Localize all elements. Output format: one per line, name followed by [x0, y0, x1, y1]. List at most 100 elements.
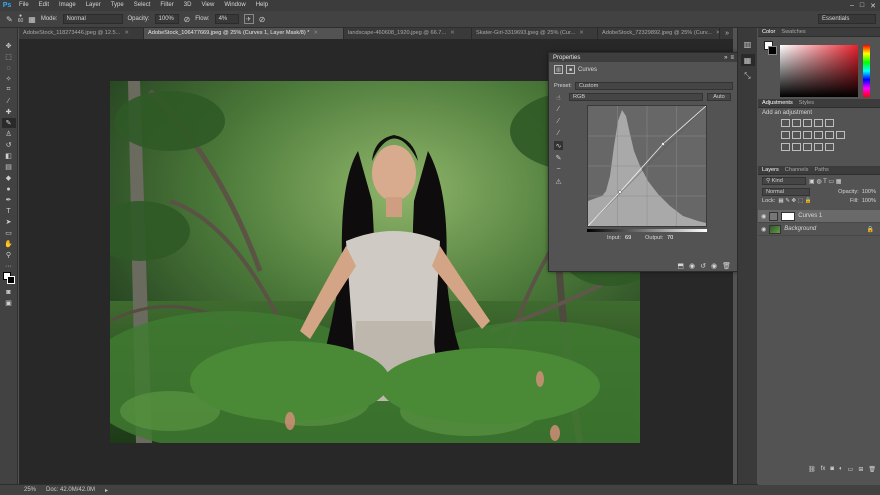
delete-layer-icon[interactable]: 🗑: [868, 466, 876, 473]
healing-tool-icon[interactable]: ✚: [2, 107, 16, 117]
curves-graph[interactable]: [587, 105, 707, 227]
layer-style-icon[interactable]: fx: [821, 466, 826, 473]
curves-icon[interactable]: [803, 119, 812, 127]
move-tool-icon[interactable]: ✥: [2, 41, 16, 51]
menu-window[interactable]: Window: [219, 0, 250, 11]
pen-tool-icon[interactable]: ✒: [2, 195, 16, 205]
white-point-eyedropper-icon[interactable]: ⁄: [554, 129, 563, 138]
document-tab-1[interactable]: AdobeStock_118273446.jpeg @ 12.5... ✕: [19, 28, 144, 39]
mask-icon[interactable]: ■: [566, 65, 575, 74]
channel-mixer-icon[interactable]: [836, 131, 845, 139]
gradient-adjust-icon[interactable]: [825, 119, 834, 127]
reset-icon[interactable]: ↺: [700, 262, 706, 270]
history-brush-icon[interactable]: ↺: [2, 140, 16, 150]
pressure-opacity-icon[interactable]: ⊘: [184, 15, 191, 24]
tab-channels[interactable]: Channels: [785, 167, 809, 173]
layer-mask-thumb[interactable]: [781, 211, 796, 221]
new-group-icon[interactable]: ▭: [848, 466, 854, 473]
blend-mode-select[interactable]: Normal: [762, 188, 810, 196]
properties-panel-icon[interactable]: ▦: [740, 54, 755, 66]
workspace-select[interactable]: Essentials: [818, 14, 876, 24]
auto-button[interactable]: Auto: [707, 93, 731, 101]
levels-icon[interactable]: [792, 119, 801, 127]
adjustment-icon[interactable]: ▥: [554, 65, 563, 74]
opacity-field[interactable]: 100%: [154, 14, 179, 24]
lasso-tool-icon[interactable]: ◌: [2, 63, 16, 73]
collapse-icon[interactable]: »: [724, 55, 727, 61]
close-icon[interactable]: ✕: [124, 28, 129, 39]
tab-styles[interactable]: Styles: [799, 100, 814, 106]
dodge-tool-icon[interactable]: ●: [2, 184, 16, 194]
clip-to-layer-icon[interactable]: ⬒: [677, 262, 684, 270]
menu-view[interactable]: View: [196, 0, 219, 11]
screen-mode-icon[interactable]: ▣: [2, 298, 16, 308]
channel-select[interactable]: RGB: [569, 93, 703, 101]
document-tab-5[interactable]: AdobeStock_72329892.jpeg @ 25% (Curv... ✕: [598, 28, 720, 39]
brush-panel-icon[interactable]: ▦: [28, 15, 36, 24]
menu-filter[interactable]: Filter: [155, 0, 178, 11]
threshold-icon[interactable]: [803, 143, 812, 151]
brush-tool-icon[interactable]: ✎: [1, 118, 16, 128]
mode-select[interactable]: Normal: [62, 14, 123, 24]
clipping-warning-icon[interactable]: ⚠: [554, 177, 563, 186]
layer-name[interactable]: Background: [784, 226, 816, 232]
layer-name[interactable]: Curves 1: [798, 213, 822, 219]
background-color-icon[interactable]: [6, 276, 15, 284]
layer-row-curves[interactable]: ◉ Curves 1: [758, 210, 880, 223]
hue-saturation-icon[interactable]: [792, 131, 801, 139]
link-layers-icon[interactable]: ⛓: [808, 466, 816, 473]
pencil-icon[interactable]: ✎: [554, 153, 563, 162]
input-value[interactable]: 69: [625, 235, 631, 241]
more-tools-icon[interactable]: ···: [2, 261, 16, 271]
status-arrow-icon[interactable]: ▸: [105, 487, 108, 494]
menu-type[interactable]: Type: [106, 0, 129, 11]
flow-field[interactable]: 4%: [214, 14, 239, 24]
on-image-adjust-icon[interactable]: ☝: [554, 93, 563, 102]
document-tab-3[interactable]: landscape-460608_1920.jpeg @ 66.7... ✕: [344, 28, 472, 39]
close-icon[interactable]: ✕: [450, 28, 455, 39]
quick-select-tool-icon[interactable]: ✧: [2, 74, 16, 84]
layer-row-background[interactable]: ◉ Background 🔒: [758, 223, 880, 236]
gray-point-eyedropper-icon[interactable]: ⁄: [554, 117, 563, 126]
document-tab-2[interactable]: AdobeStock_106477669.jpeg @ 25% (Curves …: [144, 28, 344, 39]
add-mask-icon[interactable]: ◙: [830, 466, 834, 473]
delete-icon[interactable]: 🗑: [722, 262, 731, 270]
eye-icon[interactable]: ◉: [761, 226, 766, 233]
tab-swatches[interactable]: Swatches: [781, 29, 805, 35]
eraser-tool-icon[interactable]: ◧: [2, 151, 16, 161]
minimize-button[interactable]: –: [850, 2, 854, 10]
photo-filter-icon[interactable]: [825, 131, 834, 139]
more-tabs-icon[interactable]: »: [721, 28, 733, 39]
path-select-tool-icon[interactable]: ➤: [2, 217, 16, 227]
type-tool-icon[interactable]: T: [2, 206, 16, 216]
history-panel-icon[interactable]: ▥: [741, 38, 755, 50]
tab-color[interactable]: Color: [762, 29, 775, 35]
background-color-icon[interactable]: [768, 46, 777, 55]
airbrush-icon[interactable]: ✈: [243, 14, 254, 24]
layer-opacity-field[interactable]: 100%: [862, 189, 876, 195]
document-tab-4[interactable]: Skater-Girl-3319693.jpeg @ 25% (Cur... ✕: [472, 28, 598, 39]
color-field[interactable]: [780, 45, 858, 97]
hand-tool-icon[interactable]: ✋: [2, 239, 16, 249]
eyedropper-tool-icon[interactable]: ⁄: [2, 96, 16, 106]
marquee-tool-icon[interactable]: ⬚: [2, 52, 16, 62]
color-balance-icon[interactable]: [803, 131, 812, 139]
lock-icons[interactable]: ▦ ✎ ✥ ⬚ 🔒: [778, 198, 811, 204]
maximize-button[interactable]: □: [860, 2, 864, 10]
close-icon[interactable]: ✕: [579, 28, 584, 39]
panel-menu-icon[interactable]: ≡: [730, 55, 734, 61]
quick-mask-icon[interactable]: ◙: [2, 287, 16, 297]
zoom-level[interactable]: 25%: [24, 487, 36, 493]
menu-file[interactable]: File: [14, 0, 34, 11]
hue-slider[interactable]: [863, 45, 870, 97]
selective-color-icon[interactable]: [814, 143, 823, 151]
tab-paths[interactable]: Paths: [814, 167, 828, 173]
stamp-tool-icon[interactable]: ♙: [2, 129, 16, 139]
visibility-icon[interactable]: ◉: [711, 262, 717, 270]
view-previous-icon[interactable]: ◉: [689, 262, 695, 270]
close-button[interactable]: ✕: [870, 2, 876, 10]
eye-icon[interactable]: ◉: [761, 213, 766, 220]
pressure-size-icon[interactable]: ⊘: [259, 15, 266, 24]
preset-select[interactable]: Custom: [575, 82, 733, 90]
blur-tool-icon[interactable]: ◆: [2, 173, 16, 183]
